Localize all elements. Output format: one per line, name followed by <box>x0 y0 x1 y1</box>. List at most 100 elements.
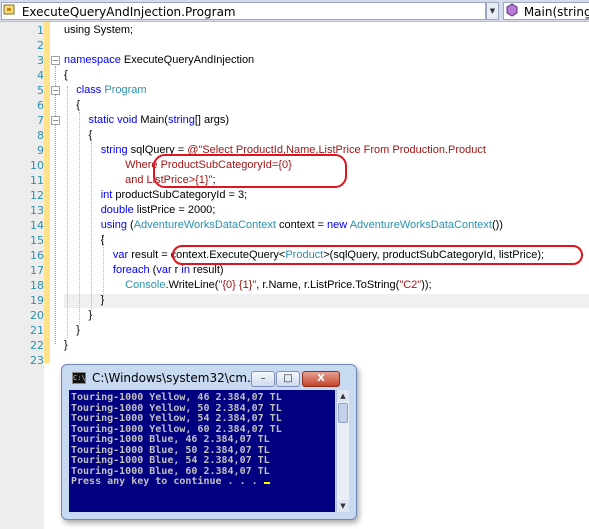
class-icon <box>2 3 18 19</box>
line-number: 1 <box>37 24 44 37</box>
console-title: C:\Windows\system32\cm... <box>92 371 259 385</box>
code-token: Main( <box>137 114 168 126</box>
navigation-bar: ExecuteQueryAndInjection.Program ▼ Main(… <box>0 0 589 22</box>
console-line: Touring-1000 Blue, 46 2.384,07 TL <box>71 435 270 445</box>
code-token: result) <box>189 264 224 276</box>
line-number: 7 <box>37 114 44 127</box>
maximize-button[interactable]: □ <box>276 371 300 387</box>
console-line-text: Touring-1000 Yellow, 50 2.384,07 TL <box>71 402 282 414</box>
console-line-text: Touring-1000 Blue, 50 2.384,07 TL <box>71 444 270 456</box>
code-token: new <box>327 219 348 231</box>
console-line: Press any key to continue . . . <box>71 477 270 487</box>
code-line[interactable]: { <box>64 68 68 83</box>
code-token: foreach <box>112 264 150 276</box>
line-number: 17 <box>30 264 44 277</box>
code-token: } <box>64 339 68 351</box>
code-line[interactable]: double listPrice = 2000; <box>64 203 216 218</box>
console-line: Touring-1000 Yellow, 60 2.384,07 TL <box>71 424 282 435</box>
method-icon <box>504 3 520 19</box>
code-line[interactable]: } <box>64 293 105 308</box>
close-button[interactable]: X <box>302 371 340 387</box>
outline-line <box>55 66 57 344</box>
scroll-down-icon[interactable]: ▼ <box>337 500 349 512</box>
line-number: 6 <box>37 99 44 112</box>
line-number: 3 <box>37 54 44 67</box>
console-line-text: Touring-1000 Blue, 54 2.384,07 TL <box>71 455 270 466</box>
indent-guide <box>79 112 81 324</box>
code-line[interactable]: class Program <box>64 83 147 98</box>
code-token: Program <box>104 84 147 96</box>
line-number: 4 <box>37 69 44 82</box>
line-number: 18 <box>30 279 44 292</box>
current-line-highlight <box>64 294 589 308</box>
fold-toggle-method[interactable]: − <box>51 116 60 125</box>
console-title-bar[interactable]: C:\ C:\Windows\system32\cm... – □ X <box>68 369 350 389</box>
code-token: double <box>100 204 134 216</box>
code-token: class <box>76 84 102 96</box>
type-dropdown-arrow[interactable]: ▼ <box>486 2 499 20</box>
line-number: 10 <box>30 159 44 172</box>
indent-guide <box>91 142 93 310</box>
code-token: { <box>64 69 68 81</box>
indent-guide <box>67 86 69 338</box>
member-dropdown[interactable]: Main(string[] args) <box>503 2 589 20</box>
console-line-text: Press any key to continue . . . <box>71 476 264 487</box>
console-line: Touring-1000 Blue, 60 2.384,07 TL <box>71 466 270 477</box>
code-token: , r.Name, r.ListPrice.ToString( <box>256 279 400 291</box>
code-token: listPrice = 2000; <box>133 204 216 216</box>
code-line[interactable]: { <box>64 233 105 248</box>
console-line: Touring-1000 Yellow, 46 2.384,07 TL <box>71 393 282 403</box>
scroll-thumb[interactable] <box>338 403 348 423</box>
line-number: 5 <box>37 84 44 97</box>
code-token: int <box>100 189 113 201</box>
console-window[interactable]: C:\ C:\Windows\system32\cm... – □ X Tour… <box>61 364 357 520</box>
scroll-up-icon[interactable]: ▲ <box>337 390 349 402</box>
type-dropdown[interactable]: ExecuteQueryAndInjection.Program <box>1 2 486 20</box>
code-token: { <box>64 234 105 246</box>
code-token: namespace <box>64 54 121 66</box>
minimize-button[interactable]: – <box>251 371 275 387</box>
indicator-margin <box>0 22 14 529</box>
code-token: var <box>112 249 129 261</box>
code-line[interactable]: using (AdventureWorksDataContext context… <box>64 218 503 233</box>
code-token: } <box>64 294 105 306</box>
code-line[interactable]: } <box>64 338 68 353</box>
code-token: "{0} {1}" <box>218 279 257 291</box>
console-output: Touring-1000 Yellow, 46 2.384,07 TL Touri… <box>69 390 335 512</box>
code-token: AdventureWorksDataContext <box>133 219 276 231</box>
line-number: 22 <box>30 339 44 352</box>
console-scrollbar[interactable]: ▲ ▼ <box>336 390 349 512</box>
line-number: 21 <box>30 324 44 337</box>
code-line[interactable]: static void Main(string[] args) <box>64 113 229 128</box>
code-token: string <box>167 114 195 126</box>
code-token: "C2" <box>399 279 422 291</box>
console-cursor <box>263 482 270 484</box>
code-line[interactable]: Console.WriteLine("{0} {1}", r.Name, r.L… <box>64 278 431 293</box>
code-line[interactable]: namespace ExecuteQueryAndInjection <box>64 53 254 68</box>
line-number: 12 <box>30 189 44 202</box>
code-line[interactable]: using System; <box>64 23 133 38</box>
annotation-oval-executequery <box>172 245 583 265</box>
type-dropdown-label: ExecuteQueryAndInjection.Program <box>21 5 236 19</box>
code-token: .WriteLine( <box>165 279 219 291</box>
code-token: AdventureWorksDataContext <box>349 219 492 231</box>
console-line: Touring-1000 Blue, 54 2.384,07 TL <box>71 456 270 466</box>
console-line-text: Touring-1000 Blue, 46 2.384,07 TL <box>71 434 270 445</box>
line-number: 14 <box>30 219 44 232</box>
code-token: in <box>181 264 190 276</box>
line-number: 20 <box>30 309 44 322</box>
code-token: [] args) <box>194 114 230 126</box>
line-number: 11 <box>30 174 44 187</box>
line-number: 9 <box>37 144 44 157</box>
annotation-oval-query-params <box>153 154 347 188</box>
code-token: using <box>100 219 127 231</box>
code-line[interactable]: foreach (var r in result) <box>64 263 224 278</box>
line-number: 23 <box>30 354 44 367</box>
console-icon: C:\ <box>72 372 86 384</box>
fold-toggle-namespace[interactable]: − <box>51 56 60 65</box>
fold-toggle-class[interactable]: − <box>51 86 60 95</box>
console-line: Touring-1000 Yellow, 54 2.384,07 TL <box>71 414 282 424</box>
